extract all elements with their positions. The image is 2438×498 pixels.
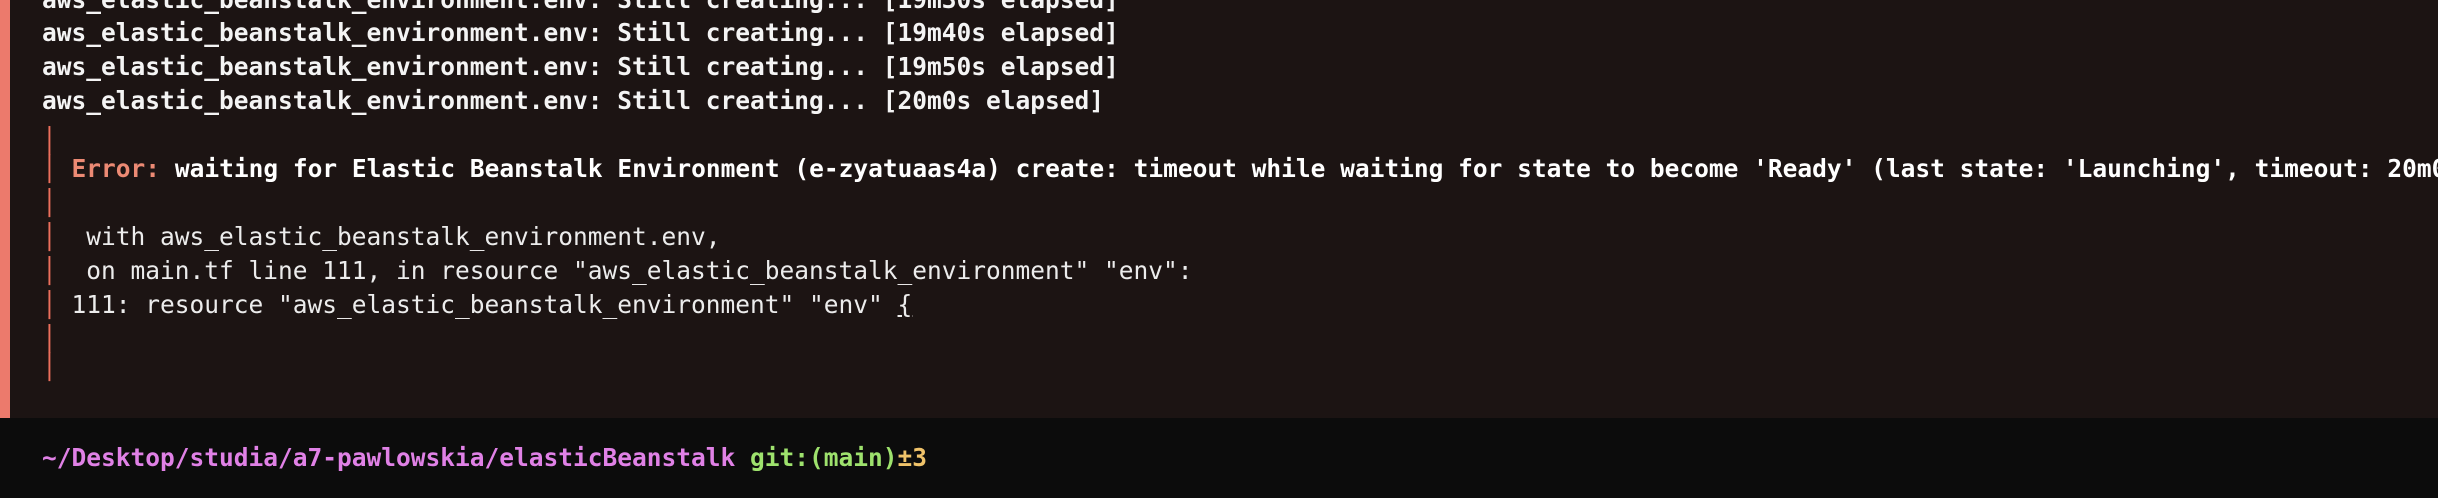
error-context-on: │ on main.tf line 111, in resource "aws_… <box>42 254 1193 288</box>
error-message: waiting for Elastic Beanstalk Environmen… <box>174 154 2438 183</box>
error-context-with: │ with aws_elastic_beanstalk_environment… <box>42 220 721 254</box>
diagnostic-gutter: │ <box>42 324 57 353</box>
error-label: Error: <box>71 154 161 183</box>
progress-line: aws_elastic_beanstalk_environment.env: S… <box>42 52 1119 81</box>
diagnostic-gutter: │ <box>42 188 57 217</box>
prompt-current-directory: ~/Desktop/studia/a7-pawlowskia/elasticBe… <box>42 443 736 472</box>
diagnostic-gutter: │ <box>42 154 57 183</box>
progress-line: aws_elastic_beanstalk_environment.env: S… <box>42 0 1119 17</box>
shell-prompt: ~/Desktop/studia/a7-pawlowskia/elasticBe… <box>42 441 927 475</box>
prompt-git-dirty-count: ±3 <box>897 443 928 472</box>
code-snippet-text: 111: resource "aws_elastic_beanstalk_env… <box>56 290 898 319</box>
shell-prompt-bar[interactable]: ~/Desktop/studia/a7-pawlowskia/elasticBe… <box>0 418 2438 498</box>
progress-line: aws_elastic_beanstalk_environment.env: S… <box>42 18 1119 47</box>
diagnostic-gutter: │ <box>42 352 57 381</box>
error-with-text: with aws_elastic_beanstalk_environment.e… <box>56 222 721 251</box>
terminal-window: aws_elastic_beanstalk_environment.env: S… <box>0 0 2438 498</box>
diagnostic-line-blank: │ <box>42 350 57 384</box>
diagnostic-gutter: │ <box>42 126 57 155</box>
code-highlight-brace: { <box>897 290 913 319</box>
error-on-text: on main.tf line 111, in resource "aws_el… <box>56 256 1193 285</box>
diagnostic-gutter: │ <box>42 290 57 319</box>
progress-line: aws_elastic_beanstalk_environment.env: S… <box>42 86 1105 115</box>
diagnostic-line-blank: │ <box>42 186 57 220</box>
diagnostic-gutter: │ <box>42 256 57 285</box>
command-output-block[interactable]: aws_elastic_beanstalk_environment.env: S… <box>0 0 2438 418</box>
error-code-snippet: │ 111: resource "aws_elastic_beanstalk_e… <box>42 288 912 322</box>
error-line: │ Error: waiting for Elastic Beanstalk E… <box>42 152 2438 186</box>
diagnostic-gutter: │ <box>42 222 57 251</box>
error-status-stripe <box>0 0 10 418</box>
prompt-git-branch: git:(main) <box>750 443 898 472</box>
